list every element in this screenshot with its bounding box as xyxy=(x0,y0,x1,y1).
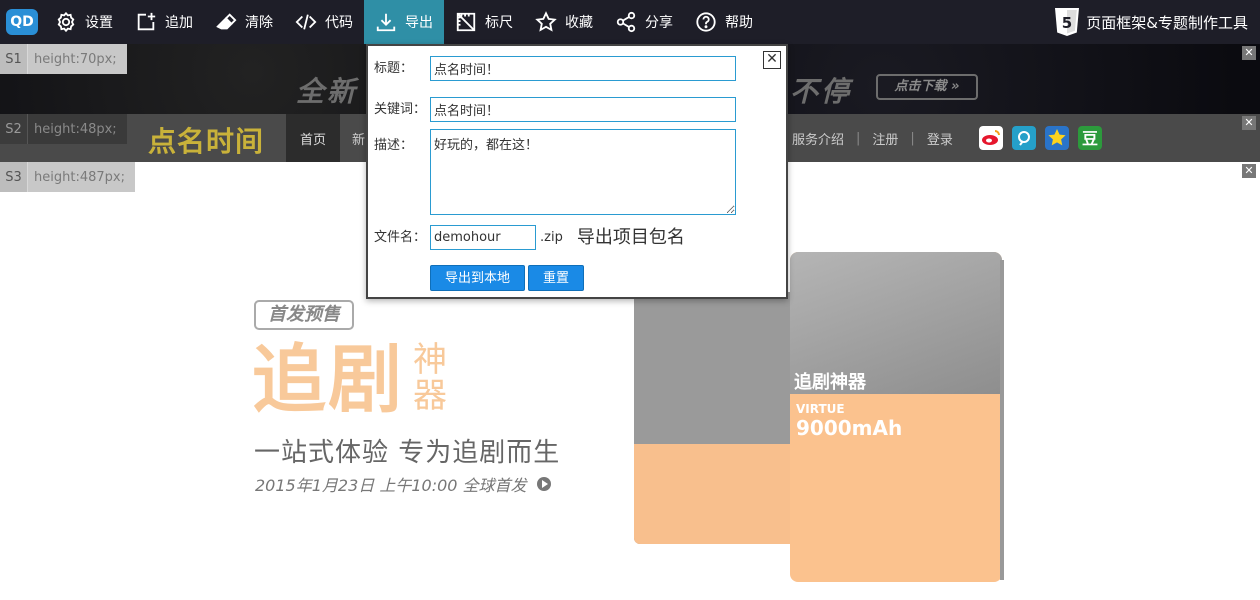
toolbar-share[interactable]: 分享 xyxy=(604,0,684,44)
section-height: height:487px; xyxy=(28,162,135,192)
html5-icon: 5 xyxy=(1055,8,1080,36)
description-textarea[interactable]: 好玩的，都在这！ xyxy=(430,129,736,215)
filename-row: 文件名： .zip 导出项目包名 xyxy=(374,225,685,251)
section-label-s1: S1 height:70px; xyxy=(0,44,127,74)
toolbar-append[interactable]: 追加 xyxy=(124,0,204,44)
dialog-close-button[interactable]: ✕ xyxy=(763,51,781,69)
toolbar-append-label: 追加 xyxy=(165,15,193,31)
toolbar-code-label: 代码 xyxy=(325,15,353,31)
close-section-s1-button[interactable]: ✕ xyxy=(1242,46,1256,60)
export-local-button[interactable]: 导出到本地 xyxy=(430,265,526,291)
device-model: VIRTUE xyxy=(796,402,845,416)
filename-label: 文件名： xyxy=(374,230,427,245)
reset-button[interactable]: 重置 xyxy=(528,265,585,291)
product-device-side xyxy=(1000,260,1004,580)
app-root: QD 设置 追加 清除 代码 导出 标尺 收藏 分享 帮助 5 页面框架&专题制… xyxy=(0,0,1260,600)
hero-title-side: 神器 xyxy=(413,340,447,416)
presale-badge: 首发预售 xyxy=(254,300,354,330)
hero-slogan: 一站式体验 专为追剧而生 xyxy=(254,438,561,468)
close-section-s2-button[interactable]: ✕ xyxy=(1242,116,1256,130)
app-logo[interactable]: QD xyxy=(0,0,44,44)
weibo-icon[interactable] xyxy=(978,126,1003,150)
douban-icon[interactable]: 豆 xyxy=(1077,126,1102,150)
share-icon xyxy=(616,11,636,33)
nav-home[interactable]: 首页 xyxy=(286,114,341,162)
download-icon xyxy=(376,13,396,32)
toolbar-export[interactable]: 导出 xyxy=(364,0,444,44)
douban-glyph: 豆 xyxy=(1082,129,1098,148)
site-nav-right: 服务介绍 | 注册 | 登录 豆 xyxy=(792,114,1102,162)
close-section-s3-button[interactable]: ✕ xyxy=(1242,164,1256,178)
filename-extension: .zip xyxy=(540,230,563,245)
app-title: 页面框架&专题制作工具 xyxy=(1086,13,1248,32)
toolbar-code[interactable]: 代码 xyxy=(284,0,364,44)
toolbar-settings[interactable]: 设置 xyxy=(44,0,124,44)
eraser-icon xyxy=(216,13,237,30)
nav-login[interactable]: 登录 xyxy=(927,129,953,148)
section-id: S3 xyxy=(0,162,28,192)
keywords-label: 关键词： xyxy=(374,102,427,117)
toolbar-clear[interactable]: 清除 xyxy=(204,0,284,44)
section-id: S2 xyxy=(0,114,28,144)
ruler-icon xyxy=(456,12,476,32)
qzone-icon[interactable] xyxy=(1044,126,1069,150)
toolbar-ruler[interactable]: 标尺 xyxy=(444,0,524,44)
title-row: 标题： xyxy=(374,56,736,82)
toolbar-ruler-label: 标尺 xyxy=(485,15,513,31)
toolbar-favorite-label: 收藏 xyxy=(565,15,593,31)
toolbar-settings-label: 设置 xyxy=(85,15,113,31)
title-label: 标题： xyxy=(374,61,414,76)
title-input[interactable] xyxy=(430,56,736,81)
nav-service[interactable]: 服务介绍 xyxy=(792,129,844,148)
toolbar-export-label: 导出 xyxy=(405,15,433,31)
keywords-input[interactable] xyxy=(430,97,736,122)
keywords-row: 关键词： xyxy=(374,97,736,123)
product-device-front: 追剧神器 VIRTUE 9000mAh xyxy=(790,252,1002,582)
hero-title: 追剧 xyxy=(252,337,404,423)
toolbar-help[interactable]: 帮助 xyxy=(684,0,764,44)
section-label-s2: S2 height:48px; xyxy=(0,114,127,144)
section-label-s3: S3 height:487px; xyxy=(0,162,135,192)
section-height: height:70px; xyxy=(28,44,127,74)
nav-item-partial[interactable]: 新 xyxy=(352,129,365,148)
section-id: S1 xyxy=(0,44,28,74)
device-mark: 追剧神器 xyxy=(794,372,866,393)
play-icon[interactable] xyxy=(536,477,551,491)
svg-text:5: 5 xyxy=(1062,14,1072,32)
section-height: height:48px; xyxy=(28,114,127,144)
add-square-icon xyxy=(137,12,156,31)
gear-icon xyxy=(57,11,75,33)
nav-separator: | xyxy=(910,130,915,146)
toolbar-clear-label: 清除 xyxy=(245,15,273,31)
export-dialog: ✕ 标题： 关键词： 描述： 好玩的，都在这！ 文件名： .zip 导出项目包名… xyxy=(366,44,788,299)
description-label: 描述： xyxy=(374,138,414,153)
launch-date: 2015年1月23日 上午10:00 全球首发 xyxy=(255,472,551,496)
device-capacity: 9000mAh xyxy=(796,416,903,440)
banner-text-left: 全新 xyxy=(296,75,359,108)
tencent-weibo-icon[interactable] xyxy=(1011,126,1036,150)
code-icon xyxy=(295,14,317,30)
launch-date-text: 2015年1月23日 上午10:00 全球首发 xyxy=(255,476,527,495)
nav-separator: | xyxy=(856,130,861,146)
product-device-back xyxy=(634,292,804,544)
nav-register[interactable]: 注册 xyxy=(872,129,898,148)
help-icon xyxy=(696,12,716,32)
site-brand-logo: 点名时间 xyxy=(148,125,265,158)
dialog-actions: 导出到本地 重置 xyxy=(430,265,587,291)
app-title-area: 5 页面框架&专题制作工具 xyxy=(1054,0,1248,44)
site-nav: 首页 新 xyxy=(286,114,365,162)
toolbar-share-label: 分享 xyxy=(645,15,673,31)
logo-text: QD xyxy=(6,9,38,35)
top-toolbar: QD 设置 追加 清除 代码 导出 标尺 收藏 分享 帮助 5 页面框架&专题制… xyxy=(0,0,1260,44)
toolbar-help-label: 帮助 xyxy=(725,15,753,31)
description-row: 描述： 好玩的，都在这！ xyxy=(374,129,736,215)
download-banner-button[interactable]: 点击下载 » xyxy=(876,74,978,100)
filename-input[interactable] xyxy=(430,225,536,250)
star-icon xyxy=(535,11,557,32)
filename-hint: 导出项目包名 xyxy=(576,227,685,248)
toolbar-favorite[interactable]: 收藏 xyxy=(524,0,604,44)
banner-text-right: 不停 xyxy=(790,75,853,108)
